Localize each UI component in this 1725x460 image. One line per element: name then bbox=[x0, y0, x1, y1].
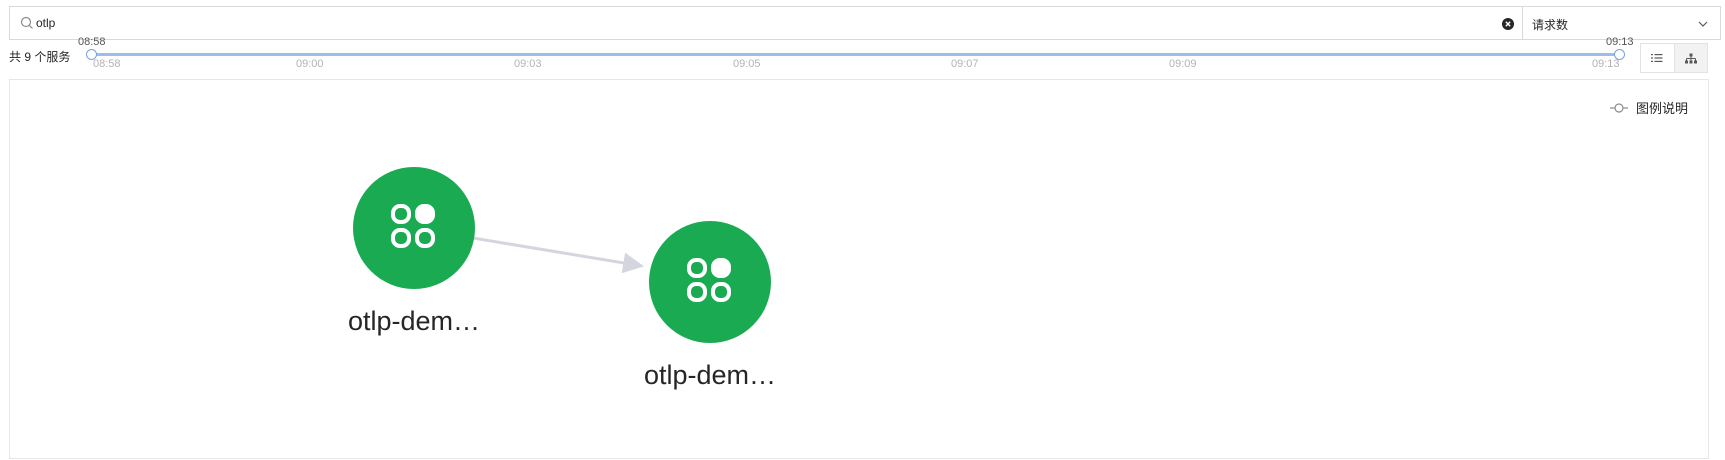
list-view-icon bbox=[1651, 54, 1663, 62]
service-topology-graph: otlp-dem… otlp-dem… bbox=[348, 167, 776, 390]
search-icon bbox=[20, 16, 33, 29]
list-view-button[interactable] bbox=[1641, 44, 1674, 72]
topology-panel: 图例说明 otlp-dem… otlp-dem… bbox=[9, 79, 1709, 459]
chevron-down-icon bbox=[1698, 21, 1708, 27]
time-tick: 09:07 bbox=[951, 58, 979, 70]
clear-icon[interactable] bbox=[1502, 18, 1514, 30]
service-call-edge[interactable] bbox=[472, 236, 645, 274]
time-tick: 08:58 bbox=[93, 58, 121, 70]
service-node[interactable]: otlp-dem… bbox=[644, 221, 776, 390]
topology-view-button[interactable] bbox=[1673, 44, 1707, 72]
time-tick: 09:13 bbox=[1592, 58, 1620, 70]
service-count: 共 9 个服务 bbox=[9, 50, 71, 64]
search-box bbox=[9, 6, 1522, 40]
service-node-label: otlp-dem… bbox=[348, 306, 480, 336]
end-time-label: 09:13 bbox=[1606, 36, 1634, 48]
filter-bar: 请求数 bbox=[9, 6, 1721, 40]
topology-view-icon bbox=[1684, 53, 1697, 63]
time-range-track[interactable] bbox=[91, 53, 1619, 56]
time-tick: 09:03 bbox=[514, 58, 542, 70]
metric-select-value: 请求数 bbox=[1532, 18, 1569, 32]
time-tick: 09:05 bbox=[733, 58, 761, 70]
service-node[interactable]: otlp-dem… bbox=[348, 167, 480, 336]
start-time-label: 08:58 bbox=[78, 36, 106, 48]
view-toggle bbox=[1640, 43, 1708, 73]
time-tick: 09:00 bbox=[296, 58, 324, 70]
metric-select[interactable]: 请求数 bbox=[1522, 6, 1721, 40]
service-node-label: otlp-dem… bbox=[644, 360, 776, 390]
search-input[interactable] bbox=[36, 7, 1476, 39]
time-tick: 09:09 bbox=[1169, 58, 1197, 70]
